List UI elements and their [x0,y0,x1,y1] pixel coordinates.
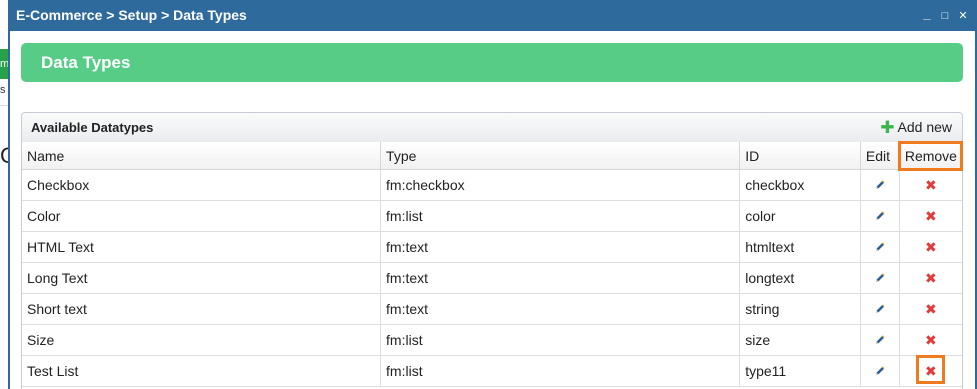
page-title: Data Types [41,53,131,72]
cell-edit [860,200,900,232]
maximize-button[interactable]: □ [939,10,951,22]
cell-edit [860,324,900,356]
window-controls: _ □ ✕ [921,0,969,31]
cell-id: string [739,293,861,325]
table-row[interactable]: HTML Text fm:text htmltext ✖ [22,231,962,263]
cell-name: Color [22,200,382,232]
cell-name: HTML Text [22,231,382,263]
remove-x-icon[interactable]: ✖ [925,209,937,223]
page-header-banner: Data Types [21,43,963,82]
cell-edit [860,231,900,263]
table-row[interactable]: Checkbox fm:checkbox checkbox ✖ [22,169,962,201]
cell-id: checkbox [739,169,861,201]
background-tab[interactable]: m [0,49,8,79]
cell-id: color [739,200,861,232]
pencil-icon[interactable] [874,364,886,380]
pencil-icon[interactable] [874,209,886,225]
data-types-dialog: E-Commerce > Setup > Data Types _ □ ✕ Da… [8,0,977,389]
cell-type: fm:list [380,324,741,356]
panel-title: Available Datatypes [31,120,154,135]
remove-x-icon[interactable]: ✖ [925,302,937,316]
column-header-remove: Remove [898,141,963,171]
pencil-icon[interactable] [874,333,886,349]
column-header-edit: Edit [860,142,900,170]
cell-remove: ✖ [899,324,962,356]
cell-name: Short text [22,293,382,325]
pencil-icon[interactable] [874,240,886,256]
cell-type: fm:list [380,355,741,387]
table-row[interactable]: Size fm:list size ✖ [22,324,962,356]
column-header-type[interactable]: Type [380,142,741,170]
cell-name: Size [22,324,382,356]
cell-remove: ✖ [899,200,962,232]
cell-id: size [739,324,861,356]
cell-remove: ✖ [899,262,962,294]
column-header-id[interactable]: ID [739,142,861,170]
table-header-row: Name Type ID Edit Remove [22,141,963,171]
cell-type: fm:text [380,293,741,325]
column-header-name[interactable]: Name [22,142,382,170]
table-row[interactable]: Long Text fm:text longtext ✖ [22,262,962,294]
cell-name: Long Text [22,262,382,294]
table-row[interactable]: Test List fm:list type11 ✖ [22,355,962,387]
cell-edit [860,355,900,387]
cell-edit [860,262,900,294]
background-heading-fragment: C [0,143,8,168]
cell-type: fm:text [380,231,741,263]
cell-remove: ✖ [899,355,962,387]
remove-x-icon[interactable]: ✖ [925,333,937,347]
cell-remove: ✖ [899,293,962,325]
cell-remove: ✖ [899,169,962,201]
pencil-icon[interactable] [874,178,886,194]
cell-edit [860,169,900,201]
table-row[interactable]: Short text fm:text string ✖ [22,293,962,325]
cell-remove: ✖ [899,231,962,263]
table-row[interactable]: Color fm:list color ✖ [22,200,962,232]
dialog-title: E-Commerce > Setup > Data Types [16,7,247,23]
dialog-titlebar[interactable]: E-Commerce > Setup > Data Types _ □ ✕ [8,0,977,31]
cell-id: type11 [739,355,861,387]
cell-name: Checkbox [22,169,382,201]
minimize-button[interactable]: _ [921,7,933,22]
cell-type: fm:checkbox [380,169,741,201]
background-text-fragment: s [0,84,6,96]
cell-id: htmltext [739,231,861,263]
cell-type: fm:text [380,262,741,294]
plus-icon: ✚ [880,118,895,137]
pencil-icon[interactable] [874,302,886,318]
cell-name: Test List [22,355,382,387]
remove-x-icon[interactable]: ✖ [925,271,937,285]
cell-id: longtext [739,262,861,294]
datatypes-panel: Available Datatypes ✚ Add new Name Type … [21,112,963,389]
close-button[interactable]: ✕ [957,10,969,22]
background-divider [0,105,8,106]
remove-x-icon[interactable]: ✖ [925,240,937,254]
pencil-icon[interactable] [874,271,886,287]
remove-x-icon[interactable]: ✖ [916,355,945,384]
cell-edit [860,293,900,325]
add-new-label: Add new [897,119,952,135]
panel-header: Available Datatypes ✚ Add new [22,113,962,143]
cell-type: fm:list [380,200,741,232]
remove-x-icon[interactable]: ✖ [925,178,937,192]
datatypes-table: Name Type ID Edit Remove Checkbox fm:chec… [22,141,963,387]
dialog-content: Data Types Available Datatypes ✚ Add new… [10,31,975,389]
add-new-button[interactable]: ✚ Add new [880,113,952,142]
